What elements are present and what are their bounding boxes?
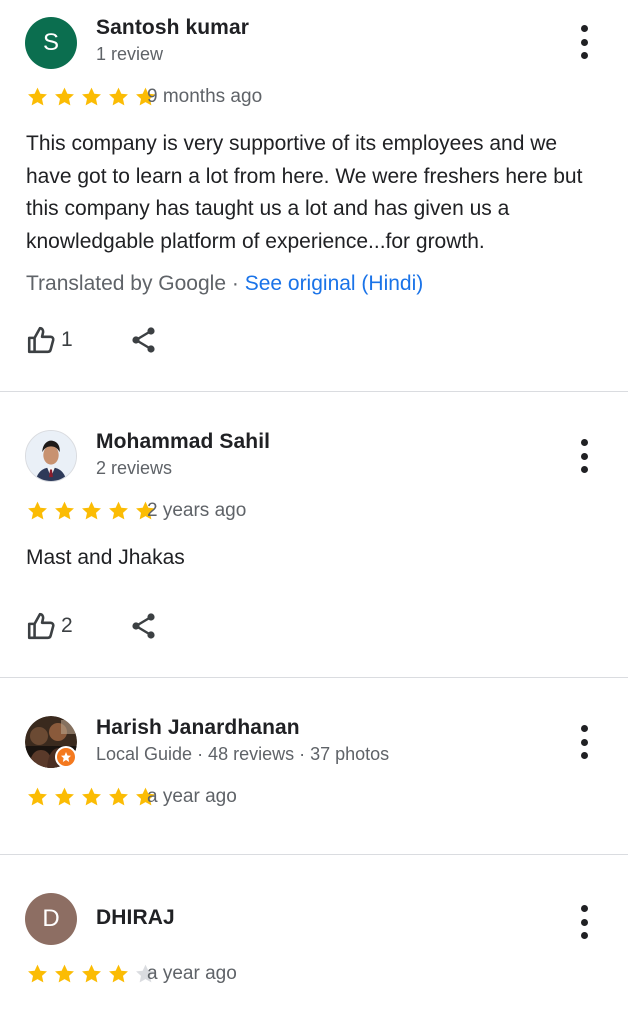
more-options-icon[interactable]	[572, 25, 596, 59]
share-button[interactable]	[130, 326, 158, 359]
reviewer-name[interactable]: Mohammad Sahil	[96, 430, 270, 454]
like-button[interactable]: 1	[25, 325, 73, 355]
avatar[interactable]	[25, 430, 77, 482]
reviewer-review-count: 2 reviews	[96, 458, 173, 478]
share-icon	[130, 326, 158, 354]
person-photo-icon	[26, 431, 76, 481]
review-text: This company is very supportive of its e…	[26, 132, 583, 253]
separator: ·	[226, 272, 245, 295]
avatar-letter: S	[42, 29, 59, 56]
review-card: S Santosh kumar 1 review 9 months ago Th…	[0, 0, 628, 391]
star-filled-icon	[79, 500, 104, 522]
more-options-icon[interactable]	[572, 905, 596, 939]
share-button[interactable]	[130, 612, 158, 645]
star-filled-icon	[106, 500, 131, 522]
star-filled-icon	[79, 86, 104, 108]
thumbs-up-icon	[25, 325, 57, 355]
star-filled-icon	[52, 786, 77, 808]
avatar[interactable]	[25, 716, 77, 768]
review-card: Harish Janardhanan Local Guide · 48 revi…	[0, 678, 628, 854]
star-filled-icon	[106, 963, 131, 985]
avatar[interactable]: S	[25, 17, 77, 69]
star-filled-icon	[25, 786, 50, 808]
star-filled-icon	[52, 500, 77, 522]
like-count: 2	[61, 614, 73, 637]
reviewer-name[interactable]: Santosh kumar	[96, 16, 249, 40]
star-filled-icon	[25, 963, 50, 985]
like-button[interactable]: 2	[25, 611, 73, 641]
translated-by-label: Translated by Google	[26, 272, 227, 295]
star-filled-icon	[52, 963, 77, 985]
translation-line: Translated by Google · See original (Hin…	[26, 272, 423, 296]
review-card: D DHIRAJ a year ago	[0, 855, 628, 1024]
see-original-link[interactable]: See original (Hindi)	[245, 272, 424, 295]
review-date: 2 years ago	[147, 500, 247, 521]
review-date: a year ago	[147, 963, 237, 984]
share-icon	[130, 612, 158, 640]
review-text: Mast and Jhakas	[26, 546, 185, 569]
like-count: 1	[61, 328, 73, 351]
reviewer-name[interactable]: DHIRAJ	[96, 906, 175, 930]
star-rating	[25, 500, 158, 522]
star-filled-icon	[106, 86, 131, 108]
reviewer-name[interactable]: Harish Janardhanan	[96, 716, 300, 740]
review-date: a year ago	[147, 786, 237, 807]
avatar-letter: D	[42, 905, 60, 932]
reviewer-stats: Local Guide · 48 reviews · 37 photos	[96, 744, 390, 764]
star-filled-icon	[25, 86, 50, 108]
review-card: Mohammad Sahil 2 reviews 2 years ago Mas…	[0, 392, 628, 677]
more-options-icon[interactable]	[572, 725, 596, 759]
star-filled-icon	[79, 963, 104, 985]
star-rating	[25, 86, 158, 108]
more-options-icon[interactable]	[572, 439, 596, 473]
star-rating	[25, 963, 158, 985]
star-filled-icon	[52, 86, 77, 108]
review-date: 9 months ago	[147, 86, 263, 107]
reviewer-review-count: 1 review	[96, 44, 164, 64]
star-filled-icon	[79, 786, 104, 808]
star-filled-icon	[106, 786, 131, 808]
thumbs-up-icon	[25, 611, 57, 641]
star-filled-icon	[25, 500, 50, 522]
local-guide-badge-icon	[55, 746, 77, 768]
star-rating	[25, 786, 158, 808]
avatar[interactable]: D	[25, 893, 77, 945]
